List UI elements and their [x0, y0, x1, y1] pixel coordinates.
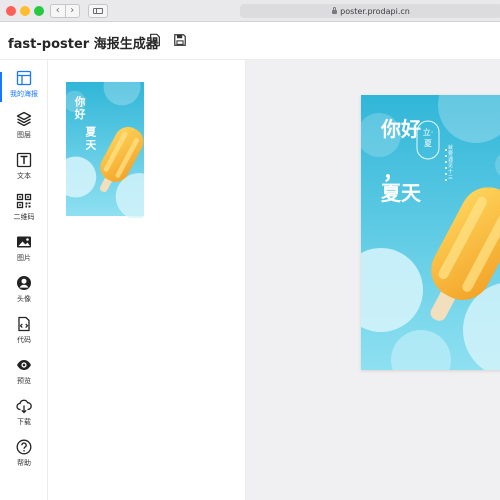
sidebar-item-my-posters[interactable]: 我的海报 [0, 68, 48, 108]
svg-text:天: 天 [86, 138, 97, 151]
svg-text:你: 你 [74, 95, 86, 108]
sidebar-item-label: 我的海报 [10, 90, 38, 98]
qrcode-icon [16, 193, 32, 209]
layout-icon [16, 70, 32, 86]
poster-list-panel: 你 好 夏 天 [48, 60, 246, 500]
sidebar-item-help[interactable]: 帮助 [0, 437, 48, 477]
browser-chrome: ‹ › poster.prodapi.cn [0, 0, 500, 22]
url-text: poster.prodapi.cn [340, 6, 410, 16]
new-file-icon[interactable] [148, 33, 162, 47]
sidebar-item-label: 图层 [17, 131, 31, 139]
eye-icon [16, 357, 32, 373]
app-header: fast-poster 海报生成器 [0, 22, 500, 60]
maximize-window-button[interactable] [34, 6, 44, 16]
editor-canvas[interactable]: 你好 ， 夏天 立·夏 就要遇见十三 [246, 60, 500, 500]
poster-headline-line2: 夏天 [381, 181, 421, 205]
address-bar[interactable]: poster.prodapi.cn [240, 4, 500, 18]
sidebar-item-avatar[interactable]: 头像 [0, 273, 48, 313]
layers-icon [16, 111, 32, 127]
lock-icon [332, 7, 338, 14]
sidebar-item-label: 下载 [17, 418, 31, 426]
sidebar-item-label: 预览 [17, 377, 31, 385]
tool-sidebar: 我的海报 图层 文本 二维码 图片 头像 代码 预览 下载 帮助 [0, 60, 48, 500]
poster-headline-line1: 你好 [381, 117, 421, 141]
minimize-window-button[interactable] [20, 6, 30, 16]
sidebar-item-layers[interactable]: 图层 [0, 109, 48, 149]
sidebar-item-label: 头像 [17, 295, 31, 303]
sidebar-item-label: 帮助 [17, 459, 31, 467]
svg-text:好: 好 [74, 108, 86, 121]
save-icon[interactable] [173, 33, 187, 47]
sidebar-item-qrcode[interactable]: 二维码 [0, 191, 48, 231]
sidebar-item-text[interactable]: 文本 [0, 150, 48, 190]
help-icon [16, 439, 32, 455]
sidebar-item-image[interactable]: 图片 [0, 232, 48, 272]
poster-subtext: 就要遇见十三 [448, 145, 454, 181]
sidebar-toggle-icon[interactable] [88, 4, 108, 18]
close-window-button[interactable] [6, 6, 16, 16]
app-title: fast-poster 海报生成器 [8, 37, 159, 52]
poster-badge: 立·夏 [422, 128, 434, 148]
sidebar-item-preview[interactable]: 预览 [0, 355, 48, 395]
sidebar-item-label: 文本 [17, 172, 31, 180]
image-icon [16, 234, 32, 250]
sidebar-item-download[interactable]: 下载 [0, 396, 48, 436]
code-icon [16, 316, 32, 332]
svg-text:夏: 夏 [86, 126, 97, 139]
text-icon [16, 152, 32, 168]
sidebar-item-code[interactable]: 代码 [0, 314, 48, 354]
poster-headline-comma: ， [383, 160, 403, 184]
history-nav: ‹ › [50, 4, 80, 18]
avatar-icon [16, 275, 32, 291]
cloud-download-icon [16, 398, 32, 414]
sidebar-item-label: 图片 [17, 254, 31, 262]
forward-button[interactable]: › [64, 5, 80, 17]
sidebar-item-label: 代码 [17, 336, 31, 344]
sidebar-item-label: 二维码 [13, 213, 35, 221]
poster-thumbnail[interactable]: 你 好 夏 天 [66, 80, 144, 218]
back-button[interactable]: ‹ [51, 5, 65, 17]
poster-preview[interactable]: 你好 ， 夏天 立·夏 就要遇见十三 [361, 95, 500, 370]
